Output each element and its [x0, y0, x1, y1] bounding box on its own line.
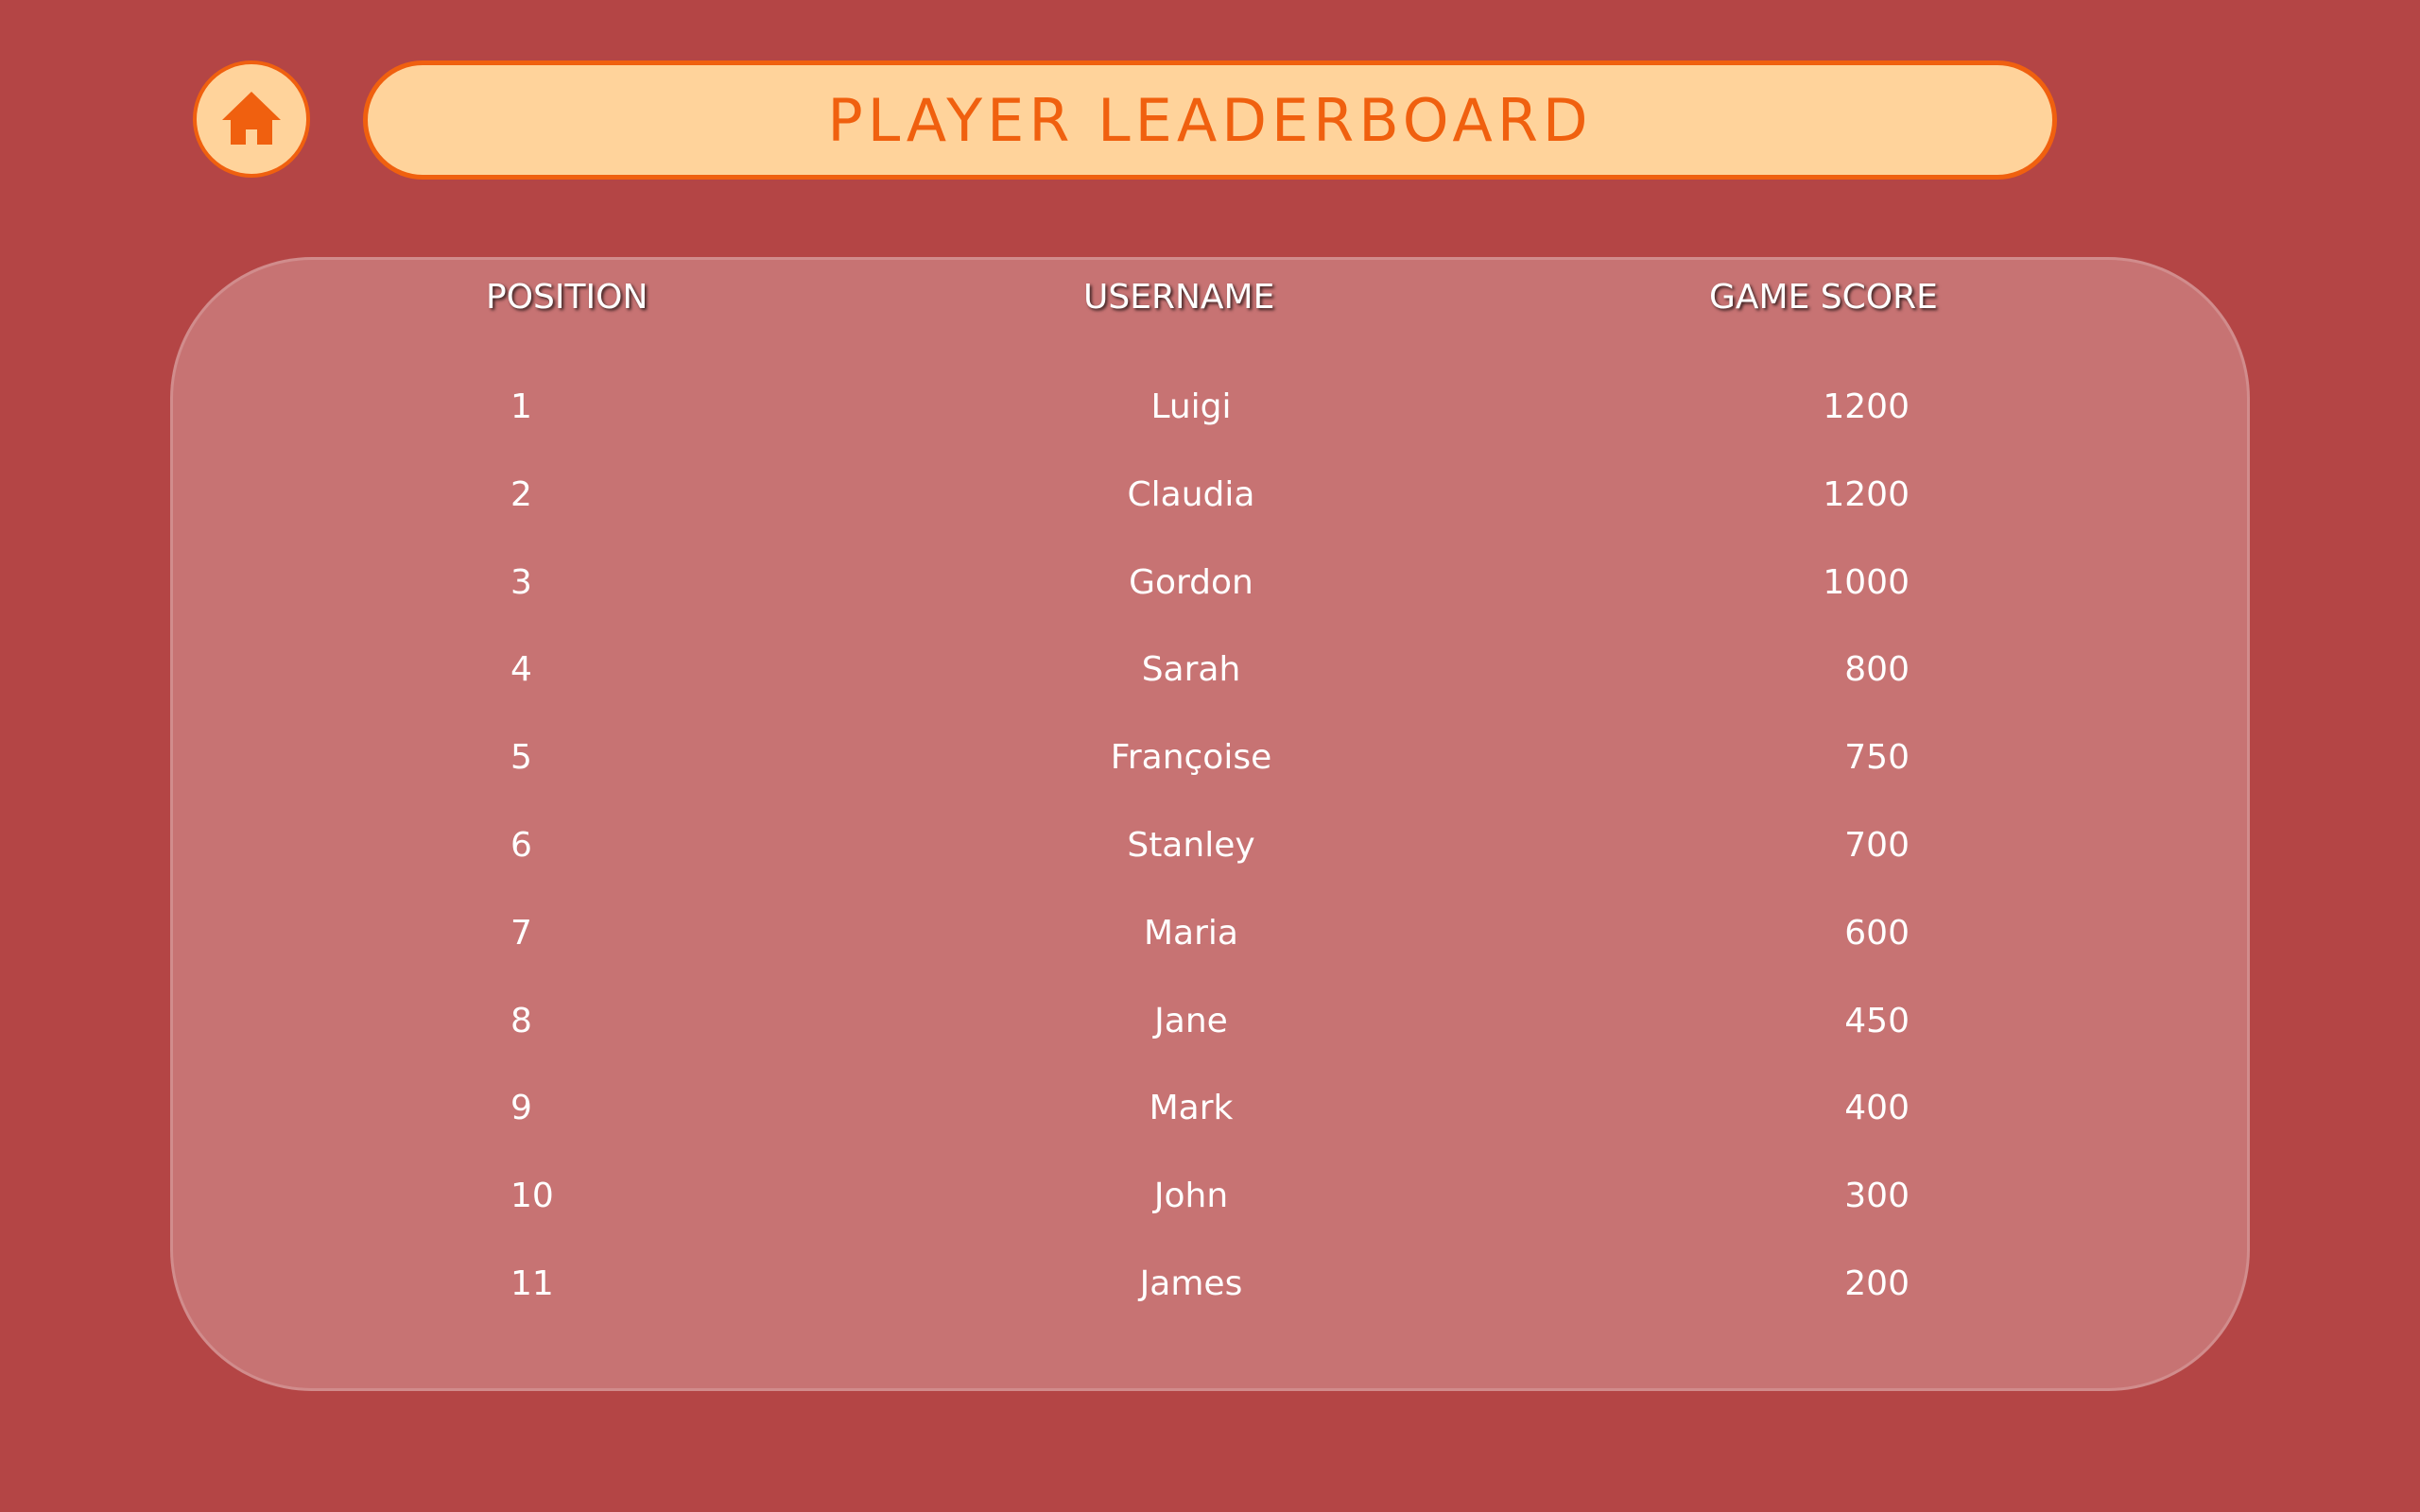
cell-game-score: 450 [1844, 1002, 1910, 1040]
table-row: 3 Gordon 1000 [0, 558, 2420, 608]
table-row: 6 Stanley 700 [0, 821, 2420, 870]
page-title: PLAYER LEADERBOARD [827, 85, 1593, 155]
cell-game-score: 1200 [1823, 475, 1910, 514]
cell-position: 8 [510, 1002, 532, 1040]
cell-position: 2 [510, 475, 532, 514]
cell-position: 10 [510, 1177, 554, 1215]
table-row: 2 Claudia 1200 [0, 471, 2420, 520]
cell-position: 9 [510, 1089, 532, 1127]
cell-username: Maria [1144, 914, 1238, 953]
cell-username: Sarah [1141, 650, 1241, 689]
title-banner: PLAYER LEADERBOARD [363, 60, 2057, 180]
column-header-position: POSITION [486, 278, 648, 317]
table-row: 11 James 200 [0, 1260, 2420, 1309]
home-icon [222, 92, 281, 145]
cell-username: James [1139, 1264, 1243, 1303]
cell-position: 3 [510, 563, 532, 602]
cell-game-score: 300 [1844, 1177, 1910, 1215]
cell-game-score: 1200 [1823, 387, 1910, 426]
cell-game-score: 1000 [1823, 563, 1910, 602]
table-row: 10 John 300 [0, 1172, 2420, 1221]
cell-position: 1 [510, 387, 532, 426]
cell-username: Jane [1154, 1002, 1228, 1040]
cell-position: 4 [510, 650, 532, 689]
cell-position: 11 [510, 1264, 554, 1303]
cell-game-score: 400 [1844, 1089, 1910, 1127]
cell-game-score: 200 [1844, 1264, 1910, 1303]
table-row: 1 Luigi 1200 [0, 383, 2420, 432]
home-button[interactable] [193, 60, 310, 178]
cell-game-score: 600 [1844, 914, 1910, 953]
table-row: 4 Sarah 800 [0, 645, 2420, 695]
column-header-username: USERNAME [1083, 278, 1275, 317]
cell-game-score: 700 [1844, 826, 1910, 865]
cell-game-score: 750 [1844, 738, 1910, 777]
table-row: 5 Françoise 750 [0, 733, 2420, 782]
cell-position: 5 [510, 738, 532, 777]
cell-username: Mark [1149, 1089, 1234, 1127]
table-row: 9 Mark 400 [0, 1084, 2420, 1133]
cell-username: Gordon [1129, 563, 1253, 602]
cell-position: 7 [510, 914, 532, 953]
cell-game-score: 800 [1844, 650, 1910, 689]
cell-username: Françoise [1110, 738, 1272, 777]
cell-username: John [1153, 1177, 1229, 1215]
column-header-game-score: GAME SCORE [1709, 278, 1938, 317]
table-row: 7 Maria 600 [0, 909, 2420, 958]
cell-username: Stanley [1127, 826, 1255, 865]
table-row: 8 Jane 450 [0, 997, 2420, 1046]
cell-username: Luigi [1150, 387, 1232, 426]
cell-position: 6 [510, 826, 532, 865]
cell-username: Claudia [1127, 475, 1255, 514]
